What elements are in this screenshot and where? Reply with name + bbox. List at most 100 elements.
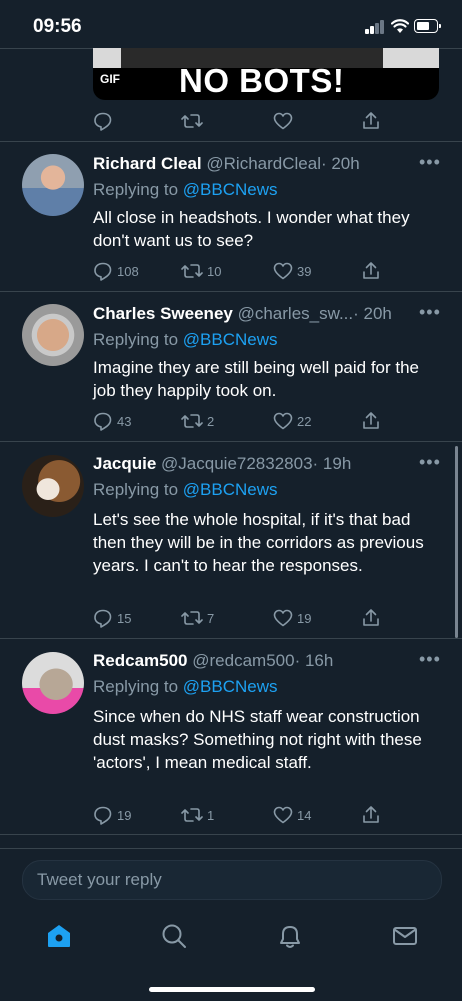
retweet-icon — [181, 414, 203, 428]
like-button[interactable]: 39 — [273, 259, 311, 283]
reply-icon — [94, 806, 112, 825]
messages-icon[interactable] — [392, 923, 418, 949]
handle[interactable]: @charles_sw... — [238, 304, 354, 323]
share-button[interactable] — [361, 259, 381, 283]
timestamp: · 20h — [353, 304, 392, 323]
avatar[interactable] — [22, 304, 84, 366]
heart-icon — [273, 262, 293, 280]
wifi-icon — [391, 19, 409, 33]
display-name[interactable]: Richard Cleal — [93, 154, 202, 173]
more-options-icon[interactable]: ••• — [419, 452, 441, 473]
retweet-icon — [181, 808, 203, 822]
like-button[interactable]: 22 — [273, 409, 311, 433]
scrollbar[interactable] — [455, 446, 458, 638]
reply-input[interactable]: Tweet your reply — [22, 860, 442, 900]
tweet-header: Charles Sweeney @charles_sw...· 20h — [93, 304, 392, 324]
reply-count: 108 — [117, 263, 139, 279]
home-indicator[interactable] — [149, 987, 315, 992]
share-icon — [363, 806, 379, 823]
tweet-text: Let's see the whole hospital, if it's th… — [93, 510, 424, 575]
tweet-header: Redcam500 @redcam500· 16h — [93, 651, 333, 671]
display-name[interactable]: Charles Sweeney — [93, 304, 233, 323]
reply-count: 19 — [117, 807, 132, 823]
reply-button[interactable]: 43 — [93, 409, 131, 433]
tweet-text: Since when do NHS staff wear constructio… — [93, 707, 422, 772]
retweet-icon — [181, 264, 203, 278]
home-icon[interactable] — [46, 923, 72, 949]
gif-badge: GIF — [100, 72, 120, 86]
avatar[interactable] — [22, 652, 84, 714]
display-name[interactable]: Redcam500 — [93, 651, 188, 670]
replying-to-label: Replying to — [93, 180, 183, 199]
timestamp: · 19h — [312, 454, 352, 473]
reply-icon — [94, 112, 112, 131]
reply-button[interactable]: 15 — [93, 606, 131, 630]
gif-caption: NO BOTS! — [179, 62, 345, 99]
like-button[interactable]: 19 — [273, 606, 311, 630]
battery-icon — [414, 19, 441, 33]
retweet-button[interactable]: 7 — [181, 606, 214, 630]
mention-link[interactable]: @BBCNews — [183, 180, 278, 199]
bottom-bar: Tweet your reply — [0, 848, 462, 1001]
share-button[interactable] — [361, 606, 381, 630]
cellular-signal-icon — [365, 20, 385, 34]
avatar[interactable] — [22, 154, 84, 216]
gif-media[interactable]: GIF NO BOTS! — [93, 48, 439, 100]
search-icon[interactable] — [161, 923, 187, 949]
reply-placeholder: Tweet your reply — [37, 870, 162, 889]
tweet-text: Imagine they are still being well paid f… — [93, 358, 420, 400]
share-icon — [363, 609, 379, 626]
replying-to-label: Replying to — [93, 480, 183, 499]
tweet-header: Richard Cleal @RichardCleal· 20h — [93, 154, 360, 174]
reply-count: 43 — [117, 413, 132, 429]
replying-to: Replying to @BBCNews — [93, 180, 278, 200]
reply-button[interactable] — [93, 109, 113, 133]
mention-link[interactable]: @BBCNews — [183, 480, 278, 499]
reply-button[interactable]: 108 — [93, 259, 139, 283]
status-time: 09:56 — [33, 16, 82, 37]
reply-count: 15 — [117, 610, 132, 626]
handle[interactable]: @Jacquie72832803 — [161, 454, 313, 473]
share-icon — [363, 112, 379, 129]
heart-icon — [273, 609, 293, 627]
replying-to: Replying to @BBCNews — [93, 677, 278, 697]
retweet-button[interactable]: 10 — [181, 259, 221, 283]
notifications-icon[interactable] — [277, 923, 303, 949]
share-button[interactable] — [361, 803, 381, 827]
divider — [0, 834, 462, 835]
divider — [0, 638, 462, 639]
share-button[interactable] — [361, 409, 381, 433]
reply-icon — [94, 609, 112, 628]
mention-link[interactable]: @BBCNews — [183, 330, 278, 349]
handle[interactable]: @RichardCleal — [206, 154, 321, 173]
like-button[interactable] — [273, 109, 293, 133]
more-options-icon[interactable]: ••• — [419, 302, 441, 323]
handle[interactable]: @redcam500 — [192, 651, 294, 670]
reply-button[interactable]: 19 — [93, 803, 131, 827]
replying-to: Replying to @BBCNews — [93, 330, 278, 350]
tweet-actions: 108 10 39 — [93, 259, 393, 283]
retweet-button[interactable]: 2 — [181, 409, 214, 433]
retweet-count: 10 — [207, 263, 222, 279]
tweet-actions: 15 7 19 — [93, 606, 393, 630]
retweet-button[interactable] — [181, 109, 203, 133]
mention-link[interactable]: @BBCNews — [183, 677, 278, 696]
like-count: 19 — [297, 610, 312, 626]
retweet-icon — [181, 114, 203, 128]
retweet-icon — [181, 611, 203, 625]
tweet-text: All close in headshots. I wonder what th… — [93, 208, 410, 250]
more-options-icon[interactable]: ••• — [419, 649, 441, 670]
avatar[interactable] — [22, 455, 84, 517]
tweet-actions: 19 1 14 — [93, 803, 393, 827]
retweet-button[interactable]: 1 — [181, 803, 214, 827]
reply-icon — [94, 262, 112, 281]
like-button[interactable]: 14 — [273, 803, 311, 827]
reply-icon — [94, 412, 112, 431]
retweet-count: 7 — [207, 610, 215, 626]
tweet-header: Jacquie @Jacquie72832803· 19h — [93, 454, 351, 474]
tweet-actions — [93, 109, 393, 133]
share-button[interactable] — [361, 109, 381, 133]
heart-icon — [273, 412, 293, 430]
display-name[interactable]: Jacquie — [93, 454, 156, 473]
more-options-icon[interactable]: ••• — [419, 152, 441, 173]
